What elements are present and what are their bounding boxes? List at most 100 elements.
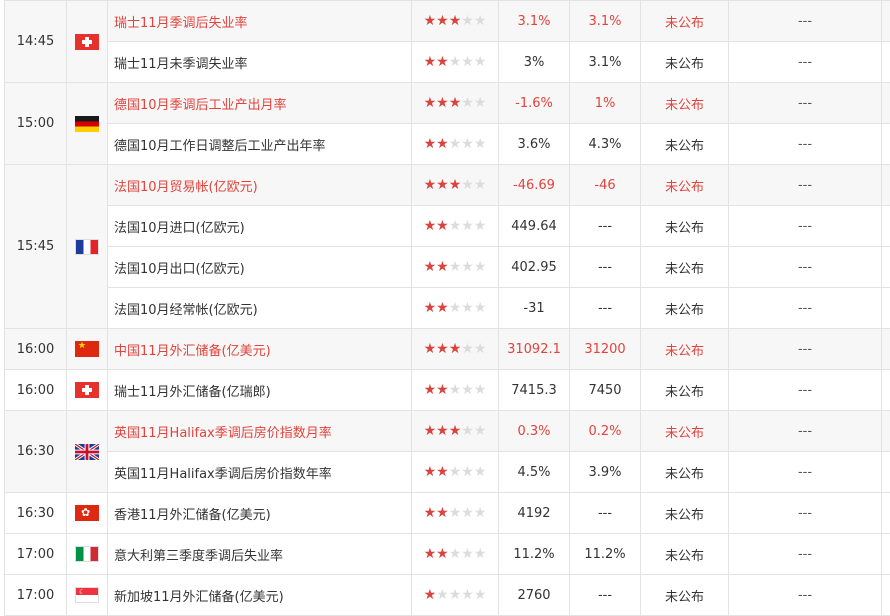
event-name[interactable]: 法国10月贸易帐(亿欧元) <box>108 165 412 206</box>
actual-status: 未公布 <box>641 329 729 370</box>
hong-kong-flag-icon: ✿ <box>75 505 99 521</box>
star-filled-icon: ★ <box>436 300 449 316</box>
previous-value: 0.3% <box>499 411 570 452</box>
event-name[interactable]: 瑞士11月季调后失业率 <box>108 1 412 42</box>
table-row: 英国11月Halifax季调后房价指数年率 ★★★★★ 4.5% 3.9% 未公… <box>5 452 890 493</box>
time-cell: 14:45 <box>5 1 67 83</box>
star-filled-icon: ★ <box>424 177 437 193</box>
actual-status: 未公布 <box>641 124 729 165</box>
star-filled-icon: ★ <box>424 136 437 152</box>
star-empty-icon: ★ <box>474 218 487 234</box>
time-cell: 16:00 <box>5 329 67 370</box>
importance-stars: ★★★★★ <box>412 370 499 411</box>
star-filled-icon: ★ <box>449 341 462 357</box>
forecast-value: 11.2% <box>570 534 641 575</box>
star-empty-icon: ★ <box>474 177 487 193</box>
event-name[interactable]: 瑞士11月外汇储备(亿瑞郎) <box>108 370 412 411</box>
event-name[interactable]: 法国10月经常帐(亿欧元) <box>108 288 412 329</box>
star-empty-icon: ★ <box>449 136 462 152</box>
interpretation-cell: --- <box>729 206 882 247</box>
previous-value: 402.95 <box>499 247 570 288</box>
importance-stars: ★★★★★ <box>412 124 499 165</box>
forecast-value: --- <box>570 206 641 247</box>
star-empty-icon: ★ <box>474 54 487 70</box>
previous-value: 3.1% <box>499 1 570 42</box>
economic-calendar-table: 14:45 瑞士11月季调后失业率 ★★★★★ 3.1% 3.1% 未公布 --… <box>4 0 890 616</box>
interpretation-cell: --- <box>729 42 882 83</box>
star-filled-icon: ★ <box>424 300 437 316</box>
forecast-value: 1% <box>570 83 641 124</box>
time-cell: 15:45 <box>5 165 67 329</box>
actual-status: 未公布 <box>641 42 729 83</box>
event-name[interactable]: 德国10月季调后工业产出月率 <box>108 83 412 124</box>
importance-stars: ★★★★★ <box>412 452 499 493</box>
star-empty-icon: ★ <box>461 546 474 562</box>
previous-value: -46.69 <box>499 165 570 206</box>
forecast-value: 4.3% <box>570 124 641 165</box>
event-name[interactable]: 英国11月Halifax季调后房价指数年率 <box>108 452 412 493</box>
star-empty-icon: ★ <box>474 423 487 439</box>
event-name[interactable]: 英国11月Halifax季调后房价指数月率 <box>108 411 412 452</box>
star-filled-icon: ★ <box>424 95 437 111</box>
star-filled-icon: ★ <box>436 464 449 480</box>
star-empty-icon: ★ <box>461 341 474 357</box>
interpretation-cell: --- <box>729 493 882 534</box>
star-empty-icon: ★ <box>461 54 474 70</box>
star-empty-icon: ★ <box>474 95 487 111</box>
star-empty-icon: ★ <box>461 300 474 316</box>
star-filled-icon: ★ <box>436 382 449 398</box>
singapore-flag-icon: ☾ <box>75 587 99 603</box>
interpretation-cell: --- <box>729 124 882 165</box>
italy-flag-icon <box>75 546 99 562</box>
star-empty-icon: ★ <box>461 464 474 480</box>
time-cell: 16:30 <box>5 411 67 493</box>
star-empty-icon: ★ <box>461 218 474 234</box>
star-empty-icon: ★ <box>474 136 487 152</box>
table-row: 法国10月进口(亿欧元) ★★★★★ 449.64 --- 未公布 --- <box>5 206 890 247</box>
forecast-value: --- <box>570 493 641 534</box>
forecast-value: 3.1% <box>570 42 641 83</box>
star-filled-icon: ★ <box>436 259 449 275</box>
star-empty-icon: ★ <box>474 341 487 357</box>
event-name[interactable]: 意大利第三季度季调后失业率 <box>108 534 412 575</box>
time-cell: 17:00 <box>5 534 67 575</box>
star-filled-icon: ★ <box>436 54 449 70</box>
previous-value: -1.6% <box>499 83 570 124</box>
star-filled-icon: ★ <box>436 95 449 111</box>
event-name[interactable]: 香港11月外汇储备(亿美元) <box>108 493 412 534</box>
event-name[interactable]: 中国11月外汇储备(亿美元) <box>108 329 412 370</box>
interpretation-cell: --- <box>729 288 882 329</box>
event-name[interactable]: 德国10月工作日调整后工业产出年率 <box>108 124 412 165</box>
time-cell: 16:30 <box>5 493 67 534</box>
actual-status: 未公布 <box>641 575 729 616</box>
table-row: 14:45 瑞士11月季调后失业率 ★★★★★ 3.1% 3.1% 未公布 --… <box>5 1 890 42</box>
actual-status: 未公布 <box>641 247 729 288</box>
event-name[interactable]: 新加坡11月外汇储备(亿美元) <box>108 575 412 616</box>
table-row: 16:00 ★ 中国11月外汇储备(亿美元) ★★★★★ 31092.1 312… <box>5 329 890 370</box>
importance-stars: ★★★★★ <box>412 411 499 452</box>
time-cell: 17:00 <box>5 575 67 616</box>
event-name[interactable]: 法国10月进口(亿欧元) <box>108 206 412 247</box>
event-name[interactable]: 瑞士11月未季调失业率 <box>108 42 412 83</box>
star-filled-icon: ★ <box>436 218 449 234</box>
star-empty-icon: ★ <box>449 505 462 521</box>
star-filled-icon: ★ <box>436 136 449 152</box>
actual-status: 未公布 <box>641 165 729 206</box>
interpretation-cell: --- <box>729 1 882 42</box>
importance-stars: ★★★★★ <box>412 206 499 247</box>
star-filled-icon: ★ <box>436 546 449 562</box>
star-filled-icon: ★ <box>436 177 449 193</box>
star-empty-icon: ★ <box>449 464 462 480</box>
table-row: 法国10月经常帐(亿欧元) ★★★★★ -31 --- 未公布 --- <box>5 288 890 329</box>
event-name[interactable]: 法国10月出口(亿欧元) <box>108 247 412 288</box>
uk-flag-icon <box>75 444 99 460</box>
star-empty-icon: ★ <box>449 300 462 316</box>
forecast-value: 0.2% <box>570 411 641 452</box>
star-empty-icon: ★ <box>449 382 462 398</box>
actual-status: 未公布 <box>641 452 729 493</box>
previous-value: 31092.1 <box>499 329 570 370</box>
importance-stars: ★★★★★ <box>412 493 499 534</box>
star-filled-icon: ★ <box>449 95 462 111</box>
interpretation-cell: --- <box>729 165 882 206</box>
star-empty-icon: ★ <box>474 300 487 316</box>
